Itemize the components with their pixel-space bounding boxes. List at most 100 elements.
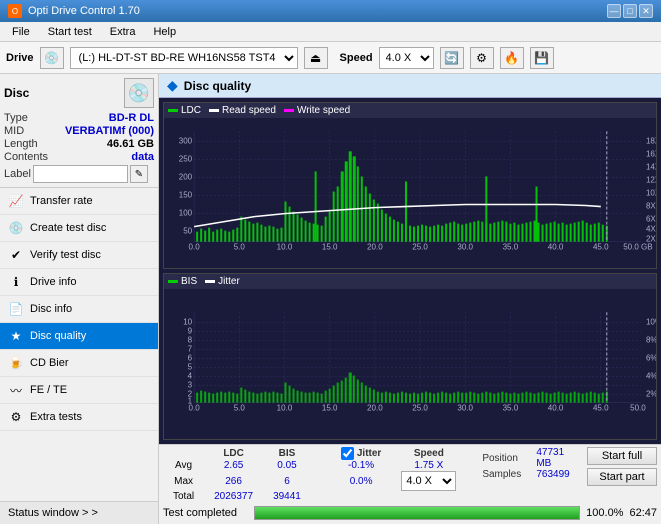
titlebar: O Opti Drive Control 1.70 — □ ✕: [0, 0, 661, 22]
sidebar-item-create-test-disc[interactable]: 💿 Create test disc: [0, 215, 158, 242]
col-bis: BIS: [263, 447, 311, 460]
svg-text:250: 250: [179, 154, 193, 163]
sidebar-item-drive-info[interactable]: ℹ Drive info: [0, 269, 158, 296]
svg-text:10%: 10%: [646, 317, 656, 326]
mid-value: VERBATIMf (000): [65, 125, 154, 137]
disc-quality-header: ◆ Disc quality: [159, 74, 661, 98]
burn-button[interactable]: 🔥: [500, 47, 524, 69]
titlebar-left: O Opti Drive Control 1.70: [8, 4, 140, 18]
disc-length-row: Length 46.61 GB: [4, 138, 154, 150]
drive-label: Drive: [6, 52, 34, 64]
svg-text:300: 300: [179, 136, 193, 145]
menu-extra[interactable]: Extra: [102, 24, 144, 40]
avg-label: Avg: [163, 460, 204, 471]
app-icon: O: [8, 4, 22, 18]
max-ldc: 266: [204, 471, 263, 491]
progress-time: 62:47: [629, 507, 657, 519]
svg-text:15.0: 15.0: [322, 243, 338, 252]
svg-text:5.0: 5.0: [234, 243, 246, 252]
avg-bis: 0.05: [263, 460, 311, 471]
svg-text:50.0: 50.0: [630, 404, 646, 413]
svg-text:30.0: 30.0: [457, 404, 473, 413]
minimize-button[interactable]: —: [607, 4, 621, 18]
save-button[interactable]: 💾: [530, 47, 554, 69]
svg-text:35.0: 35.0: [503, 243, 519, 252]
svg-text:200: 200: [179, 172, 193, 181]
bottom-area: LDC BIS Jitter Speed Avg: [159, 444, 661, 524]
svg-text:6: 6: [188, 353, 193, 362]
position-value: 47731 MB: [536, 447, 579, 469]
verify-test-disc-icon: ✔: [8, 247, 24, 263]
svg-text:40.0: 40.0: [548, 243, 564, 252]
legend-read-speed: Read speed: [209, 105, 276, 116]
refresh-button[interactable]: 🔄: [440, 47, 464, 69]
svg-text:0.0: 0.0: [189, 243, 201, 252]
start-part-button[interactable]: Start part: [587, 468, 657, 486]
svg-text:8: 8: [188, 335, 193, 344]
sidebar-label-transfer-rate: Transfer rate: [30, 195, 93, 207]
buttons-section[interactable]: Start full Start part: [587, 447, 657, 486]
svg-text:20.0: 20.0: [367, 243, 383, 252]
position-section: Position 47731 MB Samples 763499: [482, 447, 579, 480]
svg-text:6%: 6%: [646, 353, 656, 362]
avg-jitter: -0.1%: [331, 460, 391, 471]
drive-select[interactable]: (L:) HL-DT-ST BD-RE WH16NS58 TST4: [70, 47, 298, 69]
transfer-rate-icon: 📈: [8, 193, 24, 209]
col-jitter-header: [311, 447, 331, 460]
sidebar-item-verify-test-disc[interactable]: ✔ Verify test disc: [0, 242, 158, 269]
jitter-dot: [205, 280, 215, 283]
speed-select-cell[interactable]: 4.0 X: [391, 471, 466, 491]
menu-file[interactable]: File: [4, 24, 38, 40]
sidebar-label-cd-bier: CD Bier: [30, 357, 69, 369]
legend-write-speed-label: Write speed: [297, 105, 350, 116]
bis-legend: BIS Jitter: [164, 274, 656, 289]
svg-text:30.0: 30.0: [457, 243, 473, 252]
status-window-button[interactable]: Status window > >: [0, 501, 158, 524]
svg-text:4: 4: [188, 372, 193, 381]
sidebar-item-disc-quality[interactable]: ★ Disc quality: [0, 323, 158, 350]
close-button[interactable]: ✕: [639, 4, 653, 18]
menu-help[interactable]: Help: [145, 24, 184, 40]
settings-button[interactable]: ⚙: [470, 47, 494, 69]
col-jitter-check[interactable]: Jitter: [331, 447, 391, 460]
sidebar-item-transfer-rate[interactable]: 📈 Transfer rate: [0, 188, 158, 215]
svg-text:4X: 4X: [646, 225, 656, 234]
max-bis: 6: [263, 471, 311, 491]
svg-text:50: 50: [183, 227, 192, 236]
progress-row: Test completed 100.0% 62:47: [163, 504, 657, 522]
jitter-checkbox[interactable]: [341, 447, 354, 460]
speed-select-toolbar[interactable]: 4.0 X: [379, 47, 434, 69]
drive-icon-btn[interactable]: 💿: [40, 47, 64, 69]
menu-start-test[interactable]: Start test: [40, 24, 100, 40]
type-label: Type: [4, 112, 28, 124]
start-full-button[interactable]: Start full: [587, 447, 657, 465]
label-input[interactable]: [33, 165, 128, 183]
progress-percent: 100.0%: [586, 507, 623, 519]
sidebar-label-extra-tests: Extra tests: [30, 411, 82, 423]
extra-tests-icon: ⚙: [8, 409, 24, 425]
eject-button[interactable]: ⏏: [304, 47, 328, 69]
disc-image: 💿: [124, 78, 154, 108]
maximize-button[interactable]: □: [623, 4, 637, 18]
sidebar-item-extra-tests[interactable]: ⚙ Extra tests: [0, 404, 158, 431]
length-label: Length: [4, 138, 38, 150]
toolbar: Drive 💿 (L:) HL-DT-ST BD-RE WH16NS58 TST…: [0, 42, 661, 74]
ldc-chart-svg: 300 250 200 150 100 50 18X 16X 14X 12X 1…: [164, 118, 656, 265]
speed-select-stats[interactable]: 4.0 X: [401, 471, 456, 491]
sidebar-item-disc-info[interactable]: 📄 Disc info: [0, 296, 158, 323]
svg-text:50.0 GB: 50.0 GB: [623, 243, 652, 252]
total-row: Total 2026377 39441: [163, 491, 466, 502]
label-edit-button[interactable]: ✎: [130, 165, 148, 183]
sidebar-label-disc-info: Disc info: [30, 303, 72, 315]
svg-text:3: 3: [188, 381, 193, 390]
sidebar-item-cd-bier[interactable]: 🍺 CD Bier: [0, 350, 158, 377]
svg-text:20.0: 20.0: [367, 404, 383, 413]
svg-text:45.0: 45.0: [593, 404, 609, 413]
sidebar-item-fe-te[interactable]: 〰 FE / TE: [0, 377, 158, 404]
total-ldc: 2026377: [204, 491, 263, 502]
titlebar-controls[interactable]: — □ ✕: [607, 4, 653, 18]
col-speed-header: Speed: [391, 447, 466, 460]
legend-ldc-label: LDC: [181, 105, 201, 116]
progress-bar-fill: [255, 507, 579, 519]
type-value: BD-R DL: [109, 112, 154, 124]
